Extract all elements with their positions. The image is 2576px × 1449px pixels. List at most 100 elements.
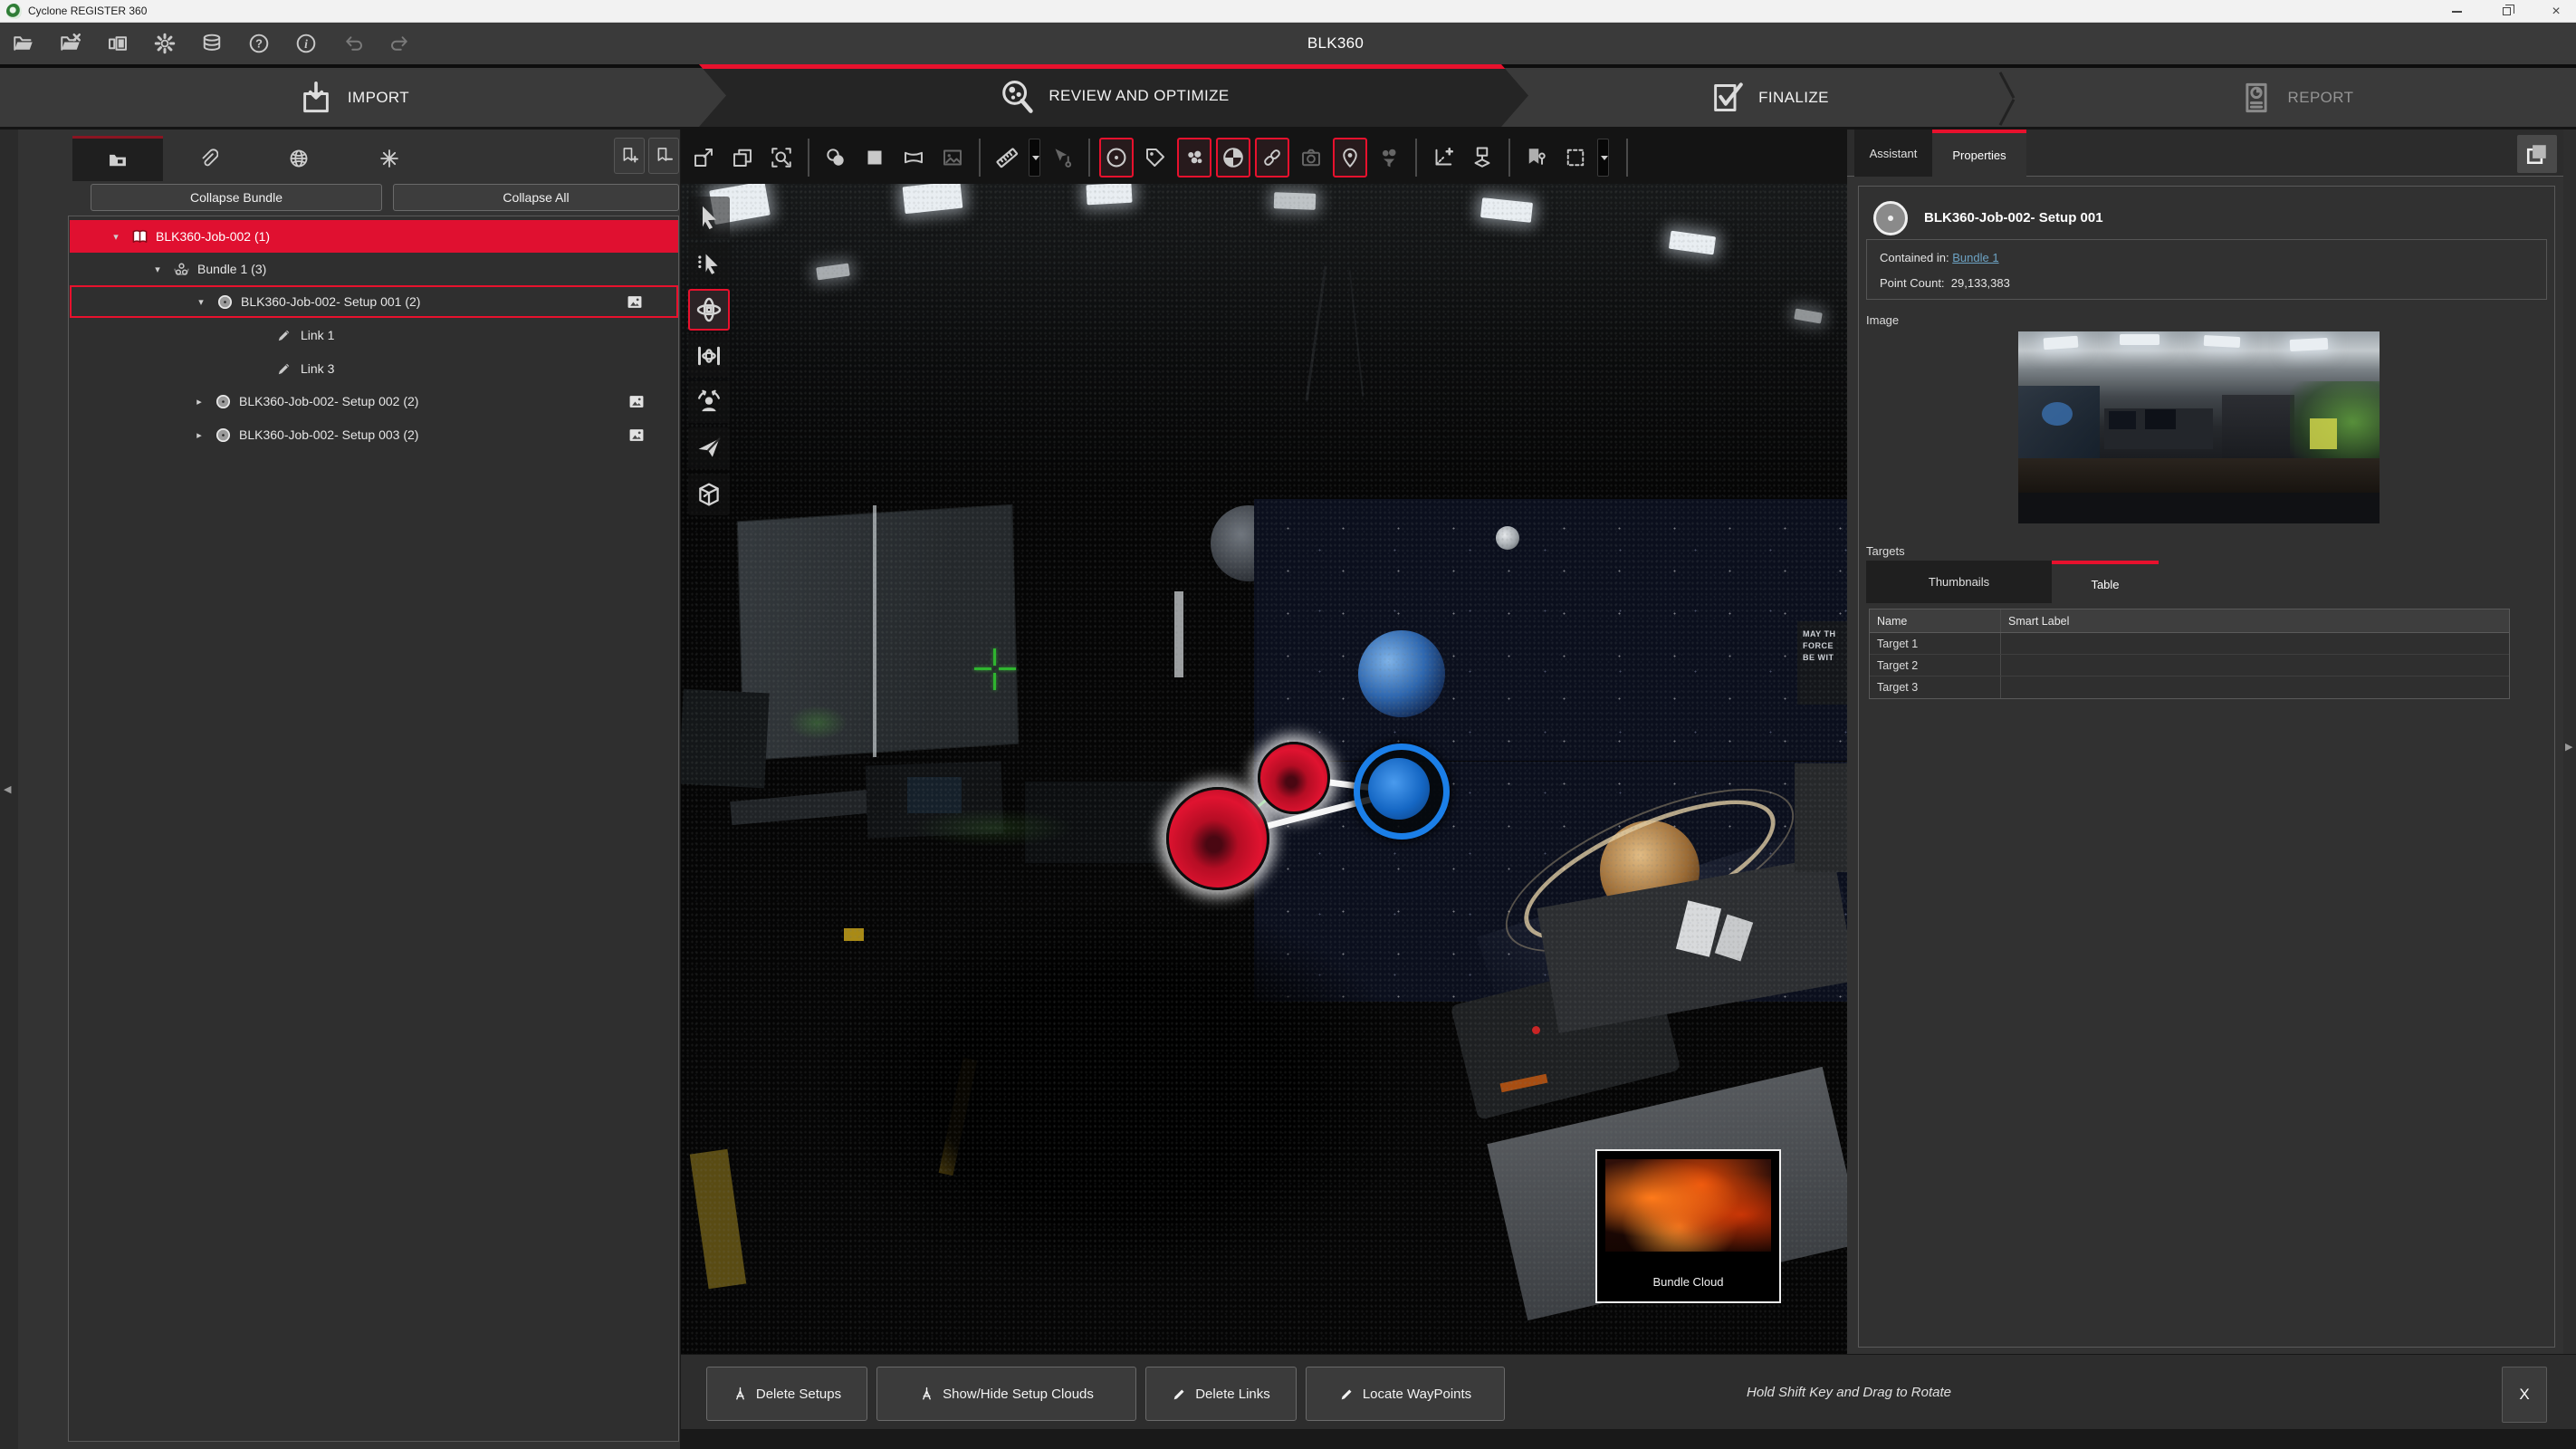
restore-button[interactable]	[2490, 0, 2523, 23]
show-setups-toggle[interactable]	[1099, 138, 1134, 178]
delete-setups-button[interactable]: Delete Setups	[706, 1367, 867, 1421]
column-smart-label[interactable]: Smart Label	[2001, 615, 2509, 628]
show-hide-setup-clouds-button[interactable]: Show/Hide Setup Clouds	[876, 1367, 1136, 1421]
tree-item-setup-001[interactable]: ▾ BLK360-Job-002- Setup 001 (2)	[70, 285, 678, 318]
show-labels-tag-icon[interactable]	[1138, 138, 1173, 178]
point-cloud-scene[interactable]: MAY TH FORCE BE WIT	[681, 184, 1847, 1354]
rect-select-icon[interactable]	[1558, 138, 1593, 178]
show-clouds-toggle[interactable]	[1177, 138, 1211, 178]
expander-icon[interactable]: ▾	[196, 296, 206, 308]
open-project-icon[interactable]	[13, 33, 34, 54]
settings-gear-icon[interactable]	[154, 33, 176, 54]
look-around-tool[interactable]	[688, 381, 730, 423]
import-data-icon[interactable]	[107, 33, 129, 54]
solid-fill-icon[interactable]	[857, 138, 892, 178]
show-waypoints-toggle[interactable]	[1333, 138, 1367, 178]
setup-panorama-image[interactable]	[2018, 331, 2380, 523]
tab-properties[interactable]: Properties	[1932, 130, 2026, 178]
add-bundle-button[interactable]	[614, 138, 645, 174]
tab-web-globe[interactable]	[254, 136, 344, 181]
pano-orbit-tool[interactable]	[688, 335, 730, 377]
measure-icon[interactable]	[990, 138, 1024, 178]
undo-icon[interactable]	[342, 33, 364, 54]
tab-import[interactable]: IMPORT	[0, 68, 706, 127]
pick-point-icon[interactable]	[1045, 138, 1079, 178]
table-row-target-1[interactable]: Target 1	[1870, 633, 2509, 655]
reset-view-icon[interactable]	[686, 138, 721, 178]
column-name[interactable]: Name	[1870, 609, 2001, 632]
project-tree: ▾ BLK360-Job-002 (1) ▾ Bundle 1 (3) ▾ BL…	[68, 216, 679, 1442]
expander-icon[interactable]: ▸	[194, 429, 205, 441]
table-row-target-3[interactable]: Target 3	[1870, 677, 2509, 698]
show-images-camera-icon[interactable]	[1294, 138, 1328, 178]
select-slider[interactable]	[1597, 139, 1609, 177]
fly-tool[interactable]	[688, 427, 730, 469]
setup-marker-blue[interactable]	[1354, 744, 1450, 840]
locate-waypoints-button[interactable]: Locate WayPoints	[1306, 1367, 1505, 1421]
delete-links-button[interactable]: Delete Links	[1145, 1367, 1297, 1421]
sidebar-collapse-handle[interactable]: ◀	[0, 130, 18, 1449]
tree-item-setup-003[interactable]: ▸ BLK360-Job-002- Setup 003 (2)	[70, 418, 678, 451]
view-cube-tool[interactable]	[688, 474, 730, 515]
layout-windows-button[interactable]	[2517, 135, 2557, 173]
storage-database-icon[interactable]	[201, 33, 223, 54]
image-view-icon[interactable]	[935, 138, 970, 178]
point-cloud-viewport[interactable]: MAY TH FORCE BE WIT	[681, 130, 1847, 1354]
tab-target-thumbnails[interactable]: Thumbnails	[1866, 561, 2052, 603]
show-targets-toggle[interactable]	[1216, 138, 1250, 178]
blend-clouds-icon[interactable]	[819, 138, 853, 178]
tab-report[interactable]: REPORT	[2015, 68, 2576, 127]
collapse-bundle-button[interactable]: Collapse Bundle	[91, 184, 382, 211]
bundle-link[interactable]: Bundle 1	[1952, 251, 1998, 264]
table-row-target-2[interactable]: Target 2	[1870, 655, 2509, 677]
zoom-window-icon[interactable]	[764, 138, 799, 178]
help-icon[interactable]: ?	[248, 33, 270, 54]
tree-item-bundle[interactable]: ▾ Bundle 1 (3)	[70, 253, 678, 285]
tab-project-explorer[interactable]	[72, 136, 163, 181]
tree-item-setup-002[interactable]: ▸ BLK360-Job-002- Setup 002 (2)	[70, 385, 678, 417]
tab-sensors[interactable]	[344, 136, 435, 181]
setup-title: BLK360-Job-002- Setup 001	[1924, 210, 2103, 226]
close-project-icon[interactable]	[60, 33, 81, 54]
redo-icon[interactable]	[389, 33, 411, 54]
add-ucs-icon[interactable]	[1426, 138, 1460, 178]
expander-icon[interactable]: ▾	[110, 231, 121, 243]
image-thumbnail-icon[interactable]	[627, 427, 646, 443]
multi-select-tool[interactable]	[688, 243, 730, 284]
remove-bundle-button[interactable]	[648, 138, 679, 174]
panorama-view-icon[interactable]	[896, 138, 931, 178]
show-links-toggle[interactable]	[1255, 138, 1289, 178]
setup-marker-red-1[interactable]	[1166, 787, 1269, 890]
targets-section-label: Targets	[1866, 544, 1905, 558]
floorplan-image-icon[interactable]	[1465, 138, 1499, 178]
image-thumbnail-icon[interactable]	[627, 394, 646, 409]
tree-item-link-3[interactable]: Link 3	[70, 352, 678, 385]
measure-slider[interactable]	[1029, 139, 1040, 177]
cloud-filter-icon[interactable]	[1372, 138, 1406, 178]
tab-target-table[interactable]: Table	[2052, 561, 2159, 604]
svg-text:i: i	[304, 37, 308, 51]
expander-icon[interactable]: ▸	[194, 396, 205, 408]
tab-attachments[interactable]	[163, 136, 254, 181]
tab-finalize[interactable]: FINALIZE	[1528, 68, 2008, 127]
minimize-button[interactable]	[2440, 0, 2473, 23]
setup-marker-red-2[interactable]	[1258, 742, 1330, 814]
close-panel-button[interactable]: X	[2502, 1367, 2547, 1423]
bundle-cloud-thumbnail[interactable]: Bundle Cloud	[1595, 1149, 1781, 1303]
about-info-icon[interactable]: i	[295, 33, 317, 54]
bundle-icon	[172, 260, 190, 278]
close-window-button[interactable]: ×	[2540, 0, 2572, 23]
tab-assistant[interactable]: Assistant	[1854, 130, 1932, 177]
bundle-waypoint-icon[interactable]	[1519, 138, 1554, 178]
expander-icon[interactable]: ▾	[152, 264, 163, 275]
chevron-left-icon: ◀	[4, 783, 11, 795]
orbit-tool[interactable]	[688, 289, 730, 331]
select-tool[interactable]	[688, 197, 730, 238]
image-thumbnail-icon[interactable]	[626, 294, 644, 310]
panel-collapse-handle[interactable]: ▶	[2563, 130, 2576, 1354]
viewports-icon[interactable]	[725, 138, 760, 178]
tree-item-link-1[interactable]: Link 1	[70, 319, 678, 351]
collapse-all-button[interactable]: Collapse All	[393, 184, 679, 211]
tree-item-job[interactable]: ▾ BLK360-Job-002 (1)	[70, 220, 678, 253]
tab-review-and-optimize[interactable]: REVIEW AND OPTIMIZE	[699, 64, 1528, 127]
